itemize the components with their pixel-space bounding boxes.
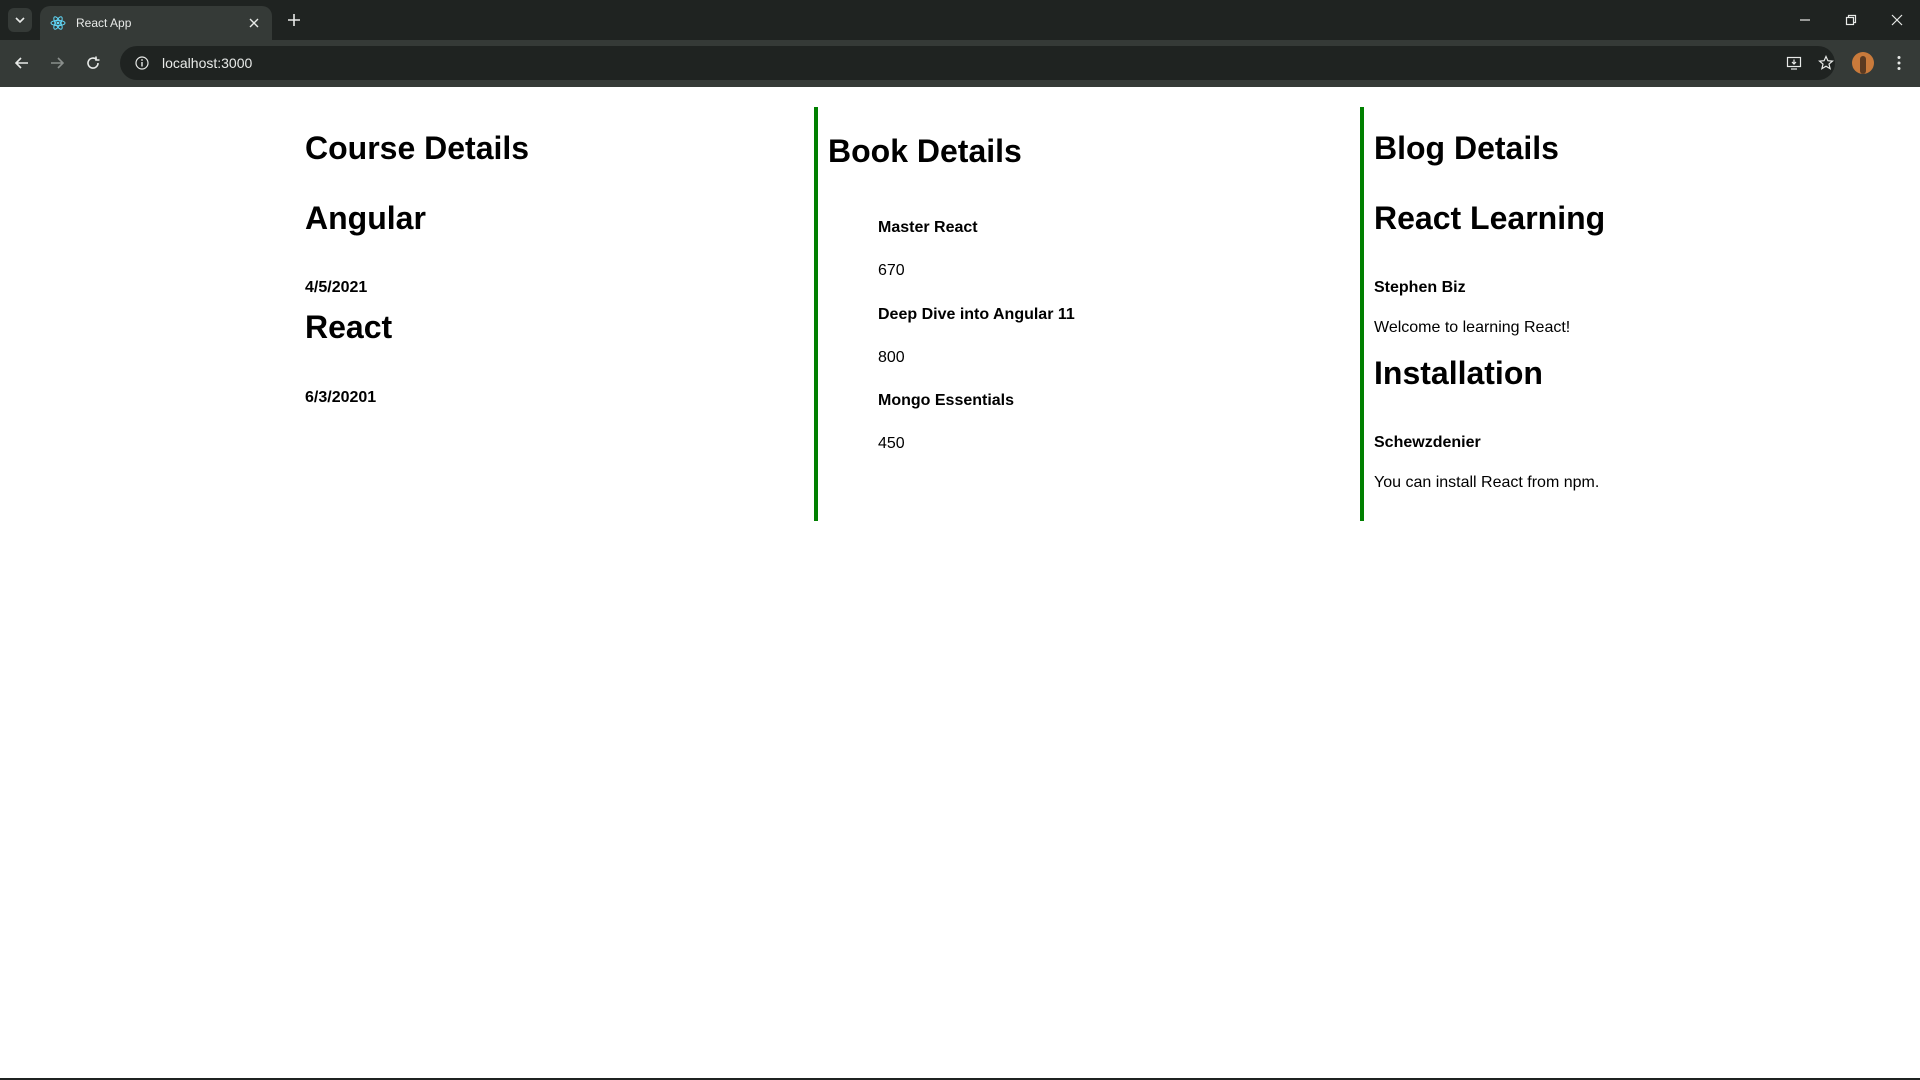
tab-title: React App (76, 16, 132, 30)
book-title: Master React (878, 219, 978, 236)
reload-icon (87, 56, 100, 69)
new-tab-button[interactable] (282, 8, 306, 32)
blog-text: You can install React from npm. (1374, 474, 1600, 491)
minimize-button[interactable] (1782, 0, 1828, 40)
forward-button[interactable] (42, 48, 72, 78)
close-icon (249, 18, 259, 28)
close-icon (1891, 14, 1903, 26)
profile-avatar[interactable] (1852, 52, 1874, 74)
info-icon (135, 56, 149, 70)
tab-strip: React App (0, 0, 1920, 40)
book-price: 450 (878, 435, 905, 452)
tab-search-button[interactable] (8, 8, 32, 32)
browser-chrome: React App localhost:3000 (0, 0, 1920, 87)
blog-heading: Blog Details (1374, 130, 1559, 166)
chevron-down-icon (15, 17, 25, 24)
star-icon (1818, 55, 1834, 70)
back-button[interactable] (7, 48, 37, 78)
close-tab-button[interactable] (246, 15, 262, 31)
book-price: 800 (878, 349, 905, 366)
install-app-button[interactable] (1778, 47, 1810, 79)
course-heading: Course Details (305, 130, 530, 166)
blog-author: Stephen Biz (1374, 279, 1466, 296)
page-content: Course Details Angular 4/5/2021 React 6/… (0, 87, 1920, 1080)
tab-react-app[interactable]: React App (40, 6, 272, 40)
plus-icon (288, 14, 300, 26)
arrow-left-icon (15, 57, 28, 69)
course-name: React (305, 309, 393, 345)
book-details-section: Book Details Master React 670 Deep Dive … (814, 107, 1360, 521)
course-date: 6/3/20201 (305, 389, 377, 406)
blog-details-section: Blog Details React Learning Stephen Biz … (1360, 107, 1760, 521)
book-heading: Book Details (828, 133, 1022, 169)
browser-toolbar: localhost:3000 (0, 40, 1920, 87)
window-controls (1782, 0, 1920, 40)
blog-title: Installation (1374, 355, 1543, 391)
address-bar[interactable]: localhost:3000 (120, 46, 1835, 80)
toolbar-actions (1778, 46, 1914, 80)
site-info-button[interactable] (132, 53, 152, 73)
restore-button[interactable] (1828, 0, 1874, 40)
bookmark-button[interactable] (1810, 47, 1842, 79)
reload-button[interactable] (78, 48, 108, 78)
restore-icon (1845, 14, 1857, 26)
blog-title: React Learning (1374, 200, 1606, 236)
browser-menu-button[interactable] (1884, 46, 1914, 80)
book-title: Deep Dive into Angular 11 (878, 306, 1075, 323)
course-details-section: Course Details Angular 4/5/2021 React 6/… (305, 107, 815, 521)
url-text: localhost:3000 (162, 55, 253, 71)
install-icon (1786, 56, 1802, 70)
minimize-icon (1800, 19, 1810, 21)
close-window-button[interactable] (1874, 0, 1920, 40)
blog-author: Schewzdenier (1374, 434, 1481, 451)
course-name: Angular (305, 200, 426, 236)
react-logo-icon (50, 16, 66, 30)
book-price: 670 (878, 262, 905, 279)
arrow-right-icon (51, 57, 64, 69)
book-title: Mongo Essentials (878, 392, 1015, 409)
course-date: 4/5/2021 (305, 279, 368, 296)
blog-text: Welcome to learning React! (1374, 319, 1571, 336)
more-vertical-icon (1897, 56, 1901, 70)
